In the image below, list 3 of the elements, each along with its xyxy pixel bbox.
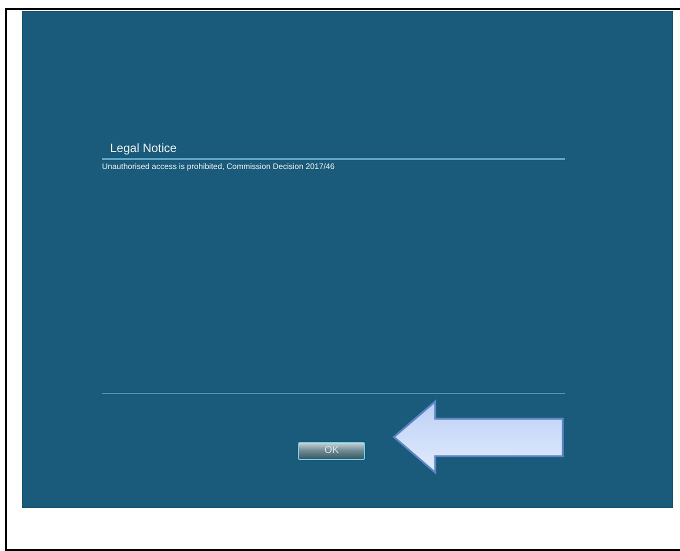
notice-message: Unauthorised access is prohibited, Commission Decision 2017/46 — [102, 161, 336, 173]
dialog-title: Legal Notice — [109, 141, 178, 155]
ok-button[interactable]: OK — [298, 442, 366, 460]
